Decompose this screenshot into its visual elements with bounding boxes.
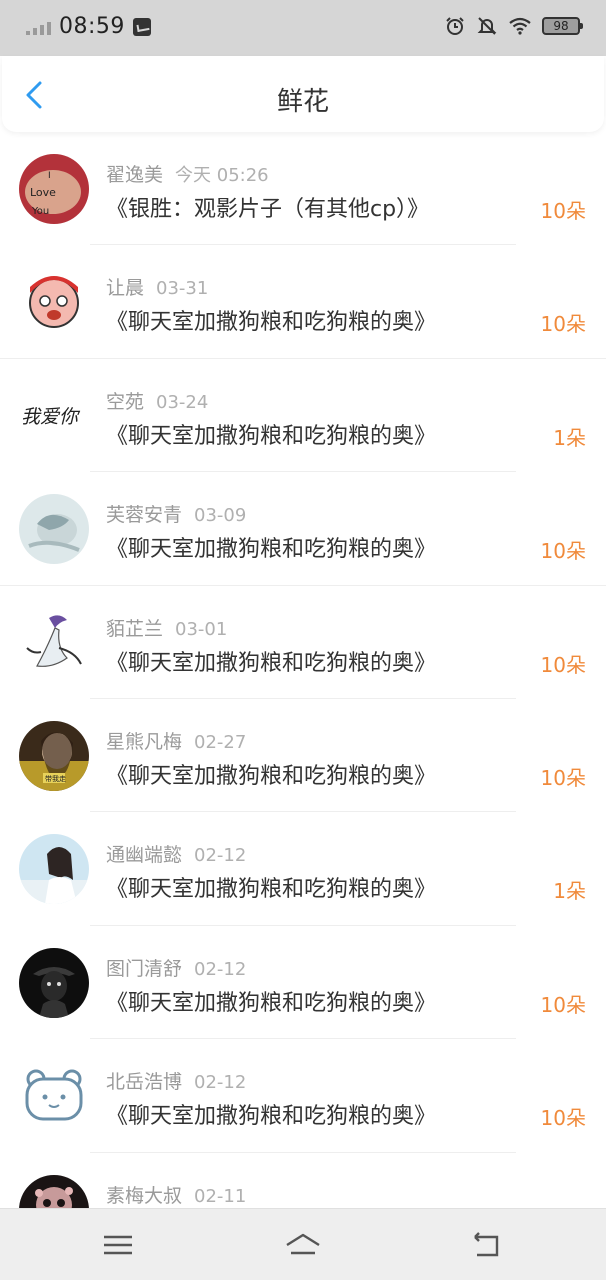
message-notification-icon bbox=[132, 17, 151, 36]
menu-icon[interactable] bbox=[98, 1229, 138, 1261]
avatar[interactable] bbox=[19, 267, 89, 338]
book-title: 《聊天室加撒狗粮和吃狗粮的奥》 bbox=[106, 537, 437, 563]
book-title: 《聊天室加撒狗粮和吃狗粮的奥》 bbox=[106, 310, 437, 336]
status-bar: 08:59 98 bbox=[0, 0, 606, 56]
avatar[interactable] bbox=[19, 494, 89, 565]
flower-amount: 10朵 bbox=[540, 199, 586, 223]
book-title: 《聊天室加撒狗粮和吃狗粮的奥》 bbox=[106, 1104, 437, 1130]
list-item[interactable]: 北岳浩博 02-12 《聊天室加撒狗粮和吃狗粮的奥》 10朵 bbox=[0, 1039, 606, 1153]
gift-date: 今天 05:26 bbox=[175, 165, 269, 186]
gift-date: 03-09 bbox=[194, 505, 247, 527]
avatar-text: You bbox=[31, 206, 49, 217]
gift-date: 02-12 bbox=[194, 958, 247, 980]
book-title: 《聊天室加撒狗粮和吃狗粮的奥》 bbox=[106, 763, 437, 789]
page-header: 鲜花 bbox=[2, 56, 604, 132]
user-name: 芙蓉安青 bbox=[106, 504, 183, 527]
gift-date: 02-12 bbox=[194, 845, 247, 867]
list-item[interactable]: 图门清舒 02-12 《聊天室加撒狗粮和吃狗粮的奥》 10朵 bbox=[0, 926, 606, 1040]
status-time: 08:59 bbox=[59, 14, 125, 39]
user-name: 北岳浩博 bbox=[106, 1071, 183, 1094]
flower-amount: 10朵 bbox=[540, 652, 586, 677]
book-title: 《聊天室加撒狗粮和吃狗粮的奥》 bbox=[106, 990, 437, 1016]
avatar[interactable] bbox=[19, 834, 89, 905]
avatar[interactable]: I Love You bbox=[19, 154, 89, 224]
avatar-text: 我爱你 bbox=[21, 406, 81, 428]
gift-date: 03-24 bbox=[156, 391, 209, 413]
flower-amount: 10朵 bbox=[540, 1106, 586, 1131]
wifi-icon bbox=[509, 17, 531, 35]
avatar-text: 带我走 bbox=[45, 774, 66, 783]
flower-amount: 10朵 bbox=[540, 765, 586, 790]
back-icon[interactable] bbox=[467, 1229, 507, 1261]
user-name: 图门清舒 bbox=[106, 957, 183, 980]
avatar[interactable] bbox=[19, 607, 89, 678]
user-name: 星熊凡梅 bbox=[106, 730, 183, 753]
flower-list: I Love You 翟逸美 今天 05:26 《银胜：观影片子（有其他cp）》 … bbox=[0, 132, 606, 1266]
avatar-text: I bbox=[48, 171, 51, 181]
user-name: 素梅大叔 bbox=[106, 1184, 183, 1207]
flower-amount: 10朵 bbox=[540, 312, 586, 337]
home-icon[interactable] bbox=[283, 1229, 323, 1261]
gift-date: 02-11 bbox=[194, 1185, 247, 1207]
list-item[interactable]: I Love You 翟逸美 今天 05:26 《银胜：观影片子（有其他cp）》 … bbox=[0, 132, 606, 246]
gift-date: 03-01 bbox=[175, 618, 228, 640]
user-name: 通幽端懿 bbox=[106, 844, 183, 867]
user-name: 翟逸美 bbox=[106, 164, 164, 186]
book-title: 《聊天室加撒狗粮和吃狗粮的奥》 bbox=[106, 423, 437, 449]
list-item[interactable]: 我爱你 空苑 03-24 《聊天室加撒狗粮和吃狗粮的奥》 1朵 bbox=[0, 359, 606, 473]
user-name: 空苑 bbox=[106, 390, 145, 413]
flower-amount: 10朵 bbox=[540, 992, 586, 1017]
flower-amount: 1朵 bbox=[553, 879, 586, 904]
avatar-text: Love bbox=[30, 186, 56, 199]
avatar[interactable] bbox=[19, 1061, 89, 1132]
book-title: 《银胜：观影片子（有其他cp）》 bbox=[106, 197, 430, 222]
avatar[interactable]: 我爱你 bbox=[19, 380, 89, 451]
gift-date: 02-27 bbox=[194, 731, 247, 753]
list-item[interactable]: 芙蓉安青 03-09 《聊天室加撒狗粮和吃狗粮的奥》 10朵 bbox=[0, 472, 606, 586]
book-title: 《聊天室加撒狗粮和吃狗粮的奥》 bbox=[106, 877, 437, 903]
user-name: 貊芷兰 bbox=[106, 617, 164, 640]
page-title: 鲜花 bbox=[276, 87, 329, 117]
avatar[interactable] bbox=[19, 947, 89, 1018]
gift-date: 03-31 bbox=[156, 278, 209, 300]
list-item[interactable]: 带我走 星熊凡梅 02-27 《聊天室加撒狗粮和吃狗粮的奥》 10朵 bbox=[0, 699, 606, 813]
gift-date: 02-12 bbox=[194, 1072, 247, 1094]
signal-icon bbox=[26, 19, 51, 35]
book-title: 《聊天室加撒狗粮和吃狗粮的奥》 bbox=[106, 650, 437, 676]
battery-indicator: 98 bbox=[542, 17, 583, 35]
list-item[interactable]: 让晨 03-31 《聊天室加撒狗粮和吃狗粮的奥》 10朵 bbox=[0, 245, 606, 359]
avatar[interactable]: 带我走 bbox=[19, 720, 89, 791]
flower-amount: 1朵 bbox=[553, 425, 586, 450]
flower-amount: 10朵 bbox=[540, 539, 586, 564]
list-item[interactable]: 通幽端懿 02-12 《聊天室加撒狗粮和吃狗粮的奥》 1朵 bbox=[0, 812, 606, 926]
list-item[interactable]: 貊芷兰 03-01 《聊天室加撒狗粮和吃狗粮的奥》 10朵 bbox=[0, 586, 606, 699]
system-nav-bar bbox=[0, 1208, 606, 1280]
alarm-icon bbox=[446, 17, 464, 35]
mute-bell-icon bbox=[477, 17, 497, 35]
user-name: 让晨 bbox=[106, 277, 145, 300]
